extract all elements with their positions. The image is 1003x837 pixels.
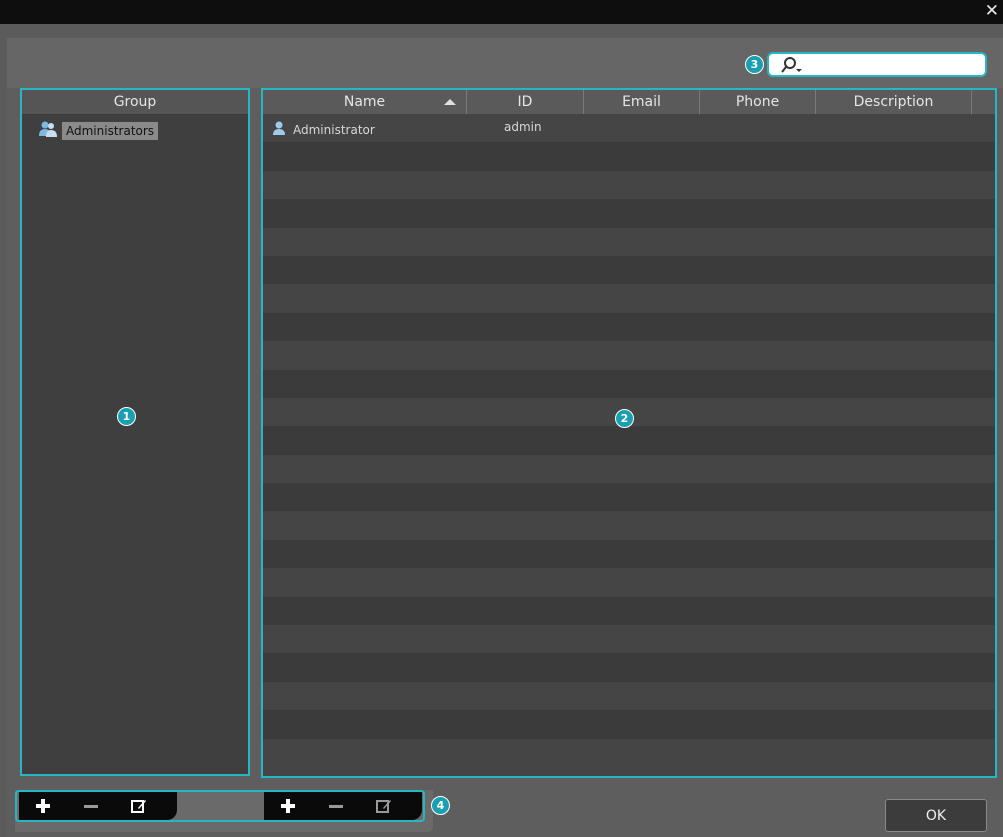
search-box[interactable] <box>767 52 987 77</box>
table-row-empty <box>263 483 995 512</box>
table-row-empty <box>263 568 995 597</box>
table-row-empty <box>263 199 995 228</box>
user-name: Administrator <box>293 122 375 137</box>
sort-ascending-icon <box>444 99 456 105</box>
table-row-empty <box>263 284 995 313</box>
user-management-window: ✕ 3 Group Administrators 1 Name ID Email… <box>0 0 1003 837</box>
callout-2: 2 <box>615 409 634 428</box>
user-id: admin <box>504 120 542 134</box>
user-list-panel: Name ID Email Phone Description Administ… <box>261 88 997 778</box>
group-column-header[interactable]: Group <box>22 90 248 115</box>
table-row-empty <box>263 710 995 739</box>
callout-1: 1 <box>117 407 136 426</box>
search-input[interactable] <box>813 56 978 73</box>
search-icon[interactable] <box>779 56 805 78</box>
title-bar: ✕ <box>0 0 1003 24</box>
column-header-email[interactable]: Email <box>584 90 700 114</box>
column-header-id[interactable]: ID <box>467 90 584 114</box>
table-row-empty <box>263 454 995 484</box>
column-header-name[interactable]: Name <box>263 90 467 114</box>
table-row-empty <box>263 426 995 455</box>
table-row-empty <box>263 227 995 256</box>
table-row-empty <box>263 539 995 569</box>
column-header-description[interactable]: Description <box>816 90 972 114</box>
group-panel: Group Administrators <box>20 88 250 776</box>
table-row-empty <box>263 653 995 682</box>
table-row-empty <box>263 596 995 626</box>
table-row-empty <box>263 312 995 342</box>
table-row[interactable]: Administrator admin <box>263 114 995 143</box>
user-icon <box>271 120 293 139</box>
group-item-administrators[interactable]: Administrators <box>38 120 159 142</box>
user-group-icon <box>38 120 58 142</box>
table-header: Name ID Email Phone Description <box>263 90 995 114</box>
ok-button[interactable]: OK <box>885 799 987 832</box>
table-row-empty <box>263 255 995 285</box>
table-row-empty <box>263 142 995 171</box>
table-row-empty <box>263 738 995 767</box>
callout-4: 4 <box>431 796 450 815</box>
callout-3: 3 <box>745 55 764 74</box>
table-row-empty <box>263 369 995 398</box>
table-body: Administrator admin <box>263 114 995 767</box>
table-row-empty <box>263 170 995 200</box>
user-name-cell: Administrator <box>271 120 375 139</box>
table-row-empty <box>263 681 995 711</box>
table-row-empty <box>263 511 995 540</box>
close-icon[interactable]: ✕ <box>985 2 999 20</box>
table-row-empty <box>263 625 995 654</box>
table-row-empty <box>263 341 995 370</box>
group-item-label: Administrators <box>62 122 159 140</box>
toolbar-highlight <box>15 790 425 822</box>
column-header-phone[interactable]: Phone <box>700 90 816 114</box>
